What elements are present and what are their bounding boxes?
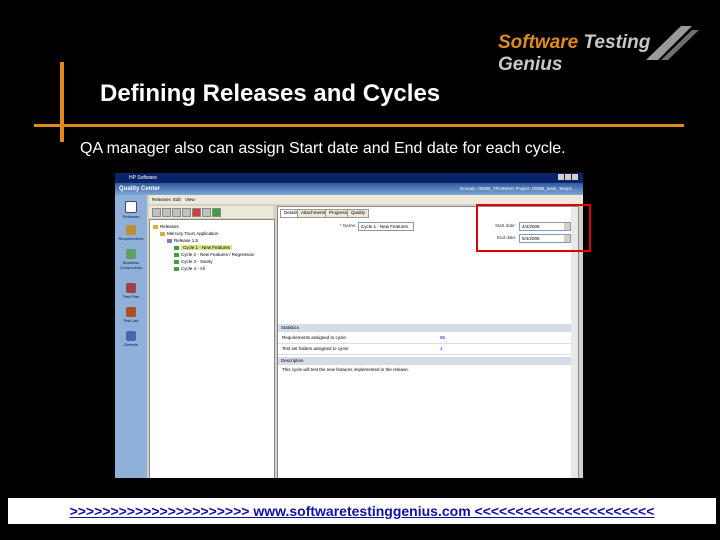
tree-node-cycle-3[interactable]: Cycle 3 - Sanity [174,259,213,264]
window-controls[interactable] [557,174,581,182]
footer-left-arrows: >>>>>>>>>>>>>>>>>>>>>> [69,503,250,519]
tree-node-cycle-1[interactable]: Cycle 1 - New Features [174,245,233,250]
delete-icon[interactable] [192,208,201,217]
new-folder-icon[interactable] [152,208,161,217]
test-lab-icon [126,307,136,317]
menu-releases[interactable]: Releases [152,197,171,202]
toolbar [149,206,273,218]
refresh-icon[interactable] [212,208,221,217]
module-releases[interactable]: Releases [117,201,145,219]
module-defects[interactable]: Defects [117,331,145,347]
slide-title: Defining Releases and Cycles [100,80,441,107]
new-release-icon[interactable] [162,208,171,217]
filter-icon[interactable] [202,208,211,217]
name-label: * Name: [340,223,357,228]
tree-node-application[interactable]: Mercury Tours Application [160,231,218,236]
menu-bar: Releases Edit View [149,195,583,204]
releases-icon [125,201,137,213]
module-requirements[interactable]: Requirements [117,225,145,241]
vertical-accent-line [60,62,64,142]
stats-row: Test set folders assigned to cycle: 1 [278,344,578,355]
footer-url[interactable]: www.softwaretestinggenius.com [253,503,470,519]
app-header: Quality Center Domain: DEBB_TRAINING Pro… [115,183,583,195]
components-icon [126,249,136,259]
date-fields-highlight [476,204,591,252]
menu-view[interactable]: View [185,197,195,202]
test-plan-icon [126,283,136,293]
tree-node-cycle-2[interactable]: Cycle 2 - New Features / Regression [174,252,255,257]
requirements-icon [126,225,136,235]
name-field[interactable]: Cycle 1 - New Features [358,222,414,231]
tree-node-release[interactable]: Release 1.5 [167,238,198,243]
horizontal-accent-line [34,124,684,127]
project-info: Domain: DEBB_TRAINING Project: DEBB_test… [460,186,578,191]
statistics-header: Statistics [278,324,578,332]
module-business-components[interactable]: Business Components [117,249,145,270]
menu-edit[interactable]: Edit [173,197,181,202]
logo-software: Software [498,32,579,53]
release-tree: Releases Mercury Tours Application Relea… [149,219,275,478]
footer-banner: >>>>>>>>>>>>>>>>>>>>>> www.softwaretesti… [8,498,716,524]
tab-quality[interactable]: Quality [347,209,370,218]
logo: Software Testing Genius [498,32,720,76]
window-titlebar: HP Software [115,173,583,183]
module-sidebar: Releases Requirements Business Component… [115,195,147,478]
app-name: Quality Center [119,186,161,192]
slide-subtitle: QA manager also can assign Start date an… [80,140,566,157]
stats-row: Requirements assigned to cycle: 96 [278,333,578,344]
logo-genius: Genius [498,54,563,75]
module-test-plan[interactable]: Test Plan [117,283,145,299]
stats-value-link[interactable]: 1 [440,346,443,351]
module-test-lab[interactable]: Test Lab [117,307,145,323]
stats-value-link[interactable]: 96 [440,335,445,340]
paste-icon[interactable] [182,208,191,217]
description-header: Description [278,357,578,365]
logo-testing: Testing [583,32,651,53]
cut-icon[interactable] [172,208,181,217]
tree-node-cycle-4[interactable]: Cycle 4 - All [174,266,205,271]
tree-node-root[interactable]: Releases [153,224,179,229]
window-title: HP Software [129,175,157,181]
defects-icon [126,331,136,341]
description-text[interactable]: This cycle will test the new features im… [282,367,409,372]
footer-right-arrows: <<<<<<<<<<<<<<<<<<<<<< [474,503,655,519]
